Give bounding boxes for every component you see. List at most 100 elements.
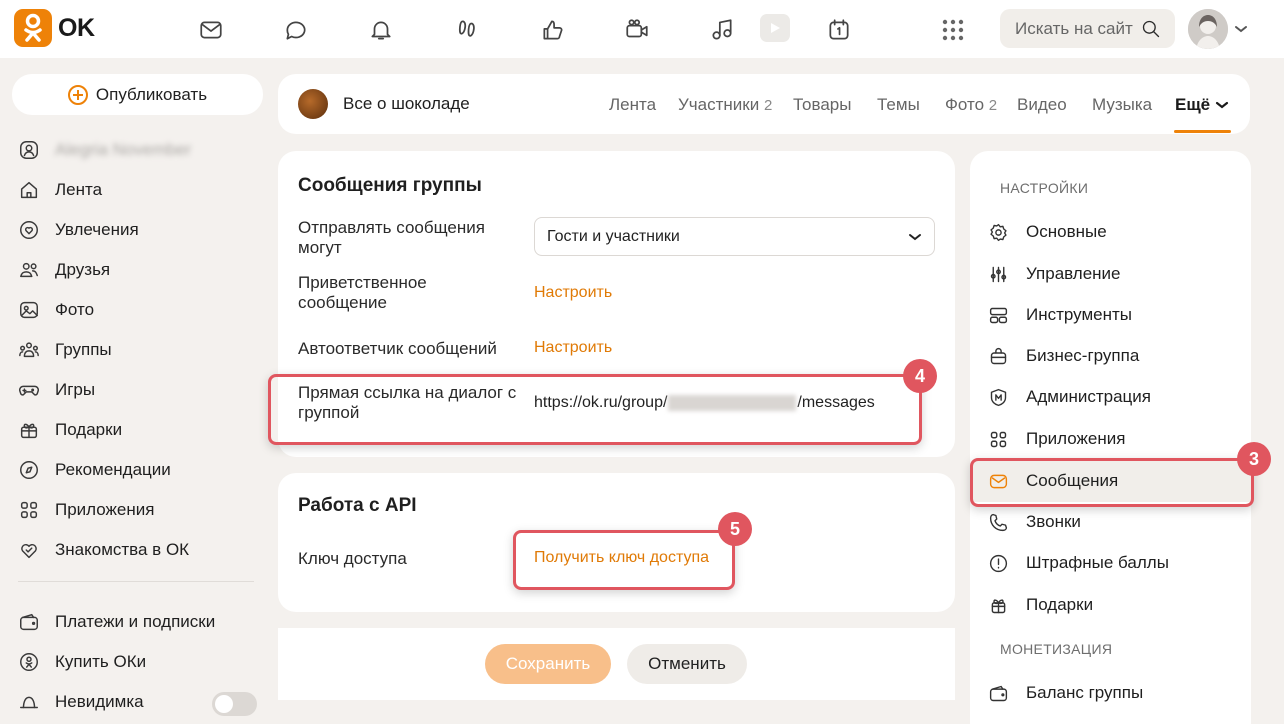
- sidebar-item-label: Игры: [55, 380, 96, 399]
- tab-music[interactable]: Музыка: [1092, 95, 1152, 115]
- autoreply-setup-link[interactable]: Настроить: [534, 339, 612, 357]
- video-camera-icon[interactable]: [622, 15, 652, 45]
- publish-button[interactable]: Опубликовать: [12, 74, 263, 115]
- home-icon: [20, 181, 38, 199]
- sidebar-item-label: Рекомендации: [55, 460, 171, 479]
- send-messages-label: Отправлять сообщения могут: [298, 218, 485, 257]
- guests-icon[interactable]: [452, 15, 482, 45]
- settings-item-label: Штрафные баллы: [1026, 553, 1169, 572]
- photo-icon: [20, 301, 38, 319]
- tab-members[interactable]: Участники 2: [678, 95, 772, 115]
- mail-icon[interactable]: [196, 15, 226, 45]
- send-messages-select[interactable]: Гости и участники: [534, 217, 935, 256]
- welcome-message-label: Приветственное сообщение: [298, 273, 427, 312]
- highlight-access-key: [513, 530, 735, 590]
- music-icon[interactable]: [707, 15, 737, 45]
- chevron-down-icon[interactable]: [1234, 24, 1248, 34]
- welcome-message-setup-link[interactable]: Настроить: [534, 284, 612, 302]
- settings-item-gifts[interactable]: Подарки: [988, 588, 1238, 622]
- group-name[interactable]: Все о шоколаде: [343, 94, 470, 114]
- settings-item-label: Баланс группы: [1026, 683, 1144, 702]
- tab-more[interactable]: Ещё: [1175, 95, 1229, 115]
- sidebar-item-feed[interactable]: Лента: [18, 173, 268, 207]
- settings-item-balance[interactable]: Баланс группы: [988, 676, 1238, 710]
- ok-logo-icon: [14, 9, 52, 47]
- sidebar-item-label: Знакомства в ОК: [55, 540, 190, 559]
- sidebar-item-apps[interactable]: Приложения: [18, 493, 268, 527]
- settings-item-administration[interactable]: Администрация: [988, 380, 1238, 414]
- settings-item-label: Звонки: [1026, 512, 1081, 531]
- video-icon[interactable]: [760, 14, 790, 42]
- sidebar-item-label: Приложения: [55, 500, 155, 519]
- sidebar-item-dating[interactable]: Знакомства в ОК: [18, 533, 268, 567]
- tab-photo[interactable]: Фото 2: [945, 95, 997, 115]
- hobbies-icon: [20, 221, 38, 239]
- settings-item-penalty[interactable]: Штрафные баллы: [988, 546, 1238, 580]
- settings-item-general[interactable]: Основные: [988, 215, 1238, 249]
- friends-icon: [20, 262, 38, 278]
- autoreply-label: Автоответчик сообщений: [298, 339, 497, 358]
- profile-menu[interactable]: [1188, 9, 1248, 49]
- avatar[interactable]: [1188, 9, 1228, 49]
- wallet-icon: [20, 613, 38, 631]
- sidebar-item-photo[interactable]: Фото: [18, 293, 268, 327]
- search-icon[interactable]: [1141, 19, 1161, 39]
- discussions-icon[interactable]: [281, 15, 311, 45]
- sidebar-item-label: Фото: [55, 300, 95, 319]
- save-button[interactable]: Сохранить: [485, 644, 611, 684]
- settings-item-calls[interactable]: Звонки: [988, 505, 1238, 539]
- sidebar-item-groups[interactable]: Группы: [18, 333, 268, 367]
- sidebar-item-hobbies[interactable]: Увлечения: [18, 213, 268, 247]
- tab-feed[interactable]: Лента: [609, 95, 656, 115]
- bell-icon[interactable]: [366, 15, 396, 45]
- form-actions-bar: [278, 628, 955, 700]
- tools-icon: [989, 307, 1008, 323]
- tab-topics[interactable]: Темы: [877, 95, 920, 115]
- annotation-badge-4: 4: [903, 359, 937, 393]
- likes-icon[interactable]: [538, 15, 568, 45]
- cancel-button[interactable]: Отменить: [627, 644, 747, 684]
- highlight-direct-link: [268, 374, 922, 445]
- calendar-icon[interactable]: [824, 15, 854, 45]
- publish-label: Опубликовать: [95, 84, 208, 104]
- sidebar-item-friends[interactable]: Друзья: [18, 253, 268, 287]
- sidebar-item-label: Группы: [55, 340, 112, 359]
- api-card-title: Работа с API: [298, 495, 417, 516]
- apps-icon: [990, 431, 1007, 447]
- search-input[interactable]: [1015, 18, 1133, 39]
- sidebar-item-recommendations[interactable]: Рекомендации: [18, 453, 268, 487]
- sidebar-item-profile[interactable]: Alegria November: [18, 133, 268, 167]
- top-bar: OK: [0, 0, 1284, 58]
- shield-icon: [990, 388, 1007, 406]
- settings-item-label: Инструменты: [1026, 305, 1133, 324]
- plus-icon: [67, 84, 88, 105]
- apps-grid-icon[interactable]: [938, 15, 968, 45]
- wallet-icon: [989, 685, 1008, 701]
- send-messages-value: Гости и участники: [547, 227, 680, 245]
- invisible-toggle[interactable]: [212, 692, 257, 716]
- settings-item-management[interactable]: Управление: [988, 257, 1238, 291]
- settings-item-business[interactable]: Бизнес-группа: [988, 339, 1238, 373]
- sidebar-item-payments[interactable]: Платежи и подписки: [18, 605, 268, 639]
- highlight-messages-item: [970, 458, 1254, 507]
- search-box[interactable]: [1000, 9, 1175, 48]
- active-tab-indicator: [1174, 130, 1231, 133]
- settings-item-label: Управление: [1026, 264, 1121, 283]
- sidebar-item-label: Друзья: [55, 260, 111, 279]
- settings-item-apps[interactable]: Приложения: [988, 422, 1238, 456]
- group-avatar[interactable]: [298, 89, 328, 119]
- settings-item-label: Основные: [1026, 222, 1107, 241]
- chevron-down-icon: [909, 233, 921, 240]
- ok-logo[interactable]: OK: [14, 9, 95, 47]
- compass-icon: [20, 461, 38, 479]
- sidebar-item-buy-ok[interactable]: Купить ОКи: [18, 645, 268, 679]
- monetization-heading: МОНЕТИЗАЦИЯ: [1000, 641, 1113, 657]
- tab-products[interactable]: Товары: [793, 95, 851, 115]
- gamepad-icon: [19, 385, 39, 396]
- settings-item-tools[interactable]: Инструменты: [988, 298, 1238, 332]
- sidebar-item-gifts[interactable]: Подарки: [18, 413, 268, 447]
- settings-heading: НАСТРОЙКИ: [1000, 180, 1089, 196]
- sidebar-item-label: Невидимка: [55, 692, 144, 711]
- tab-video[interactable]: Видео: [1017, 95, 1067, 115]
- sidebar-item-games[interactable]: Игры: [18, 373, 268, 407]
